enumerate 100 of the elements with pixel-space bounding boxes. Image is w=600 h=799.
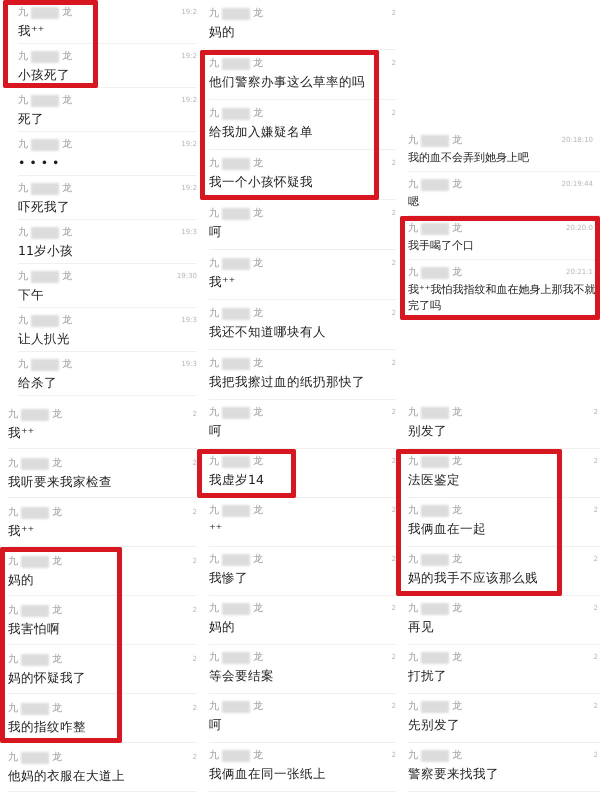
- sender-name: 龙: [62, 314, 72, 328]
- sender-name: 九: [408, 749, 418, 763]
- sender-name: 龙: [52, 555, 62, 569]
- sender-name: 九: [209, 157, 219, 171]
- message-text: 我俩血在一起: [408, 520, 487, 537]
- sender-name: 九: [8, 555, 18, 569]
- message-text: 呵: [209, 223, 223, 240]
- sender-name: 九: [209, 107, 219, 121]
- message-text: 我的血不会弄到她身上吧: [408, 150, 529, 166]
- blur-icon: [21, 458, 49, 470]
- sender-name: 龙: [52, 604, 62, 618]
- sender-name: 龙: [52, 506, 62, 520]
- message-text: 小孩死了: [18, 66, 71, 83]
- message-text: 妈的: [8, 571, 35, 588]
- sender-name: 龙: [253, 651, 263, 665]
- blur-icon: [222, 108, 250, 120]
- message-text: 给杀了: [18, 374, 58, 391]
- blur-icon: [31, 95, 59, 107]
- blur-icon: [222, 554, 250, 566]
- blur-icon: [421, 750, 449, 762]
- sender-name: 龙: [62, 182, 72, 196]
- blur-icon: [31, 183, 59, 195]
- blur-icon: [222, 603, 250, 615]
- sender-name: 龙: [253, 207, 263, 221]
- message-text: 妈的怀疑我了: [8, 669, 86, 686]
- message-text: 呵: [209, 716, 223, 733]
- sender-name: 九: [8, 506, 18, 520]
- sender-name: 九: [408, 504, 418, 518]
- message-text: 我害怕啊: [8, 620, 61, 637]
- sender-name: 龙: [253, 602, 263, 616]
- blur-icon: [421, 267, 449, 279]
- message-text: 嗯: [408, 194, 420, 210]
- message-text: 我俩血在同一张纸上: [209, 765, 326, 782]
- blur-icon: [222, 456, 250, 468]
- sender-name: 龙: [253, 257, 263, 271]
- sender-name: 九: [408, 266, 418, 280]
- blur-icon: [421, 603, 449, 615]
- blur-icon: [31, 51, 59, 63]
- blur-icon: [222, 652, 250, 664]
- blur-icon: [31, 139, 59, 151]
- sender-name: 龙: [253, 7, 263, 21]
- message-text: 我⁺⁺: [8, 424, 36, 441]
- sender-name: 九: [408, 651, 418, 665]
- sender-name: 九: [209, 553, 219, 567]
- sender-name: 龙: [52, 751, 62, 765]
- sender-name: 九: [408, 455, 418, 469]
- sender-name: 龙: [62, 226, 72, 240]
- sender-name: 龙: [253, 749, 263, 763]
- sender-name: 九: [209, 357, 219, 371]
- sender-name: 九: [408, 553, 418, 567]
- sender-name: 龙: [52, 702, 62, 716]
- blur-icon: [421, 223, 449, 235]
- message-text: ⁺⁺: [209, 520, 224, 537]
- message-text: 我⁺⁺: [209, 273, 236, 290]
- sender-name: 龙: [253, 107, 263, 121]
- blur-icon: [31, 271, 59, 283]
- sender-name: 龙: [452, 134, 462, 148]
- message-text: 我惨了: [209, 569, 249, 586]
- message-text: 打扰了: [408, 667, 448, 684]
- message-text: 给我加入嫌疑名单: [209, 123, 314, 140]
- sender-name: 九: [18, 182, 28, 196]
- message-text: 我听要来我家检查: [8, 473, 112, 490]
- sender-name: 龙: [253, 553, 263, 567]
- sender-name: 九: [209, 307, 219, 321]
- sender-name: 龙: [253, 700, 263, 714]
- sender-name: 九: [18, 314, 28, 328]
- sender-name: 九: [8, 751, 18, 765]
- blur-icon: [222, 208, 250, 220]
- message-text: 警察要来找我了: [408, 765, 499, 782]
- sender-name: 龙: [253, 357, 263, 371]
- sender-name: 九: [209, 57, 219, 71]
- message-text: 妈的: [209, 23, 236, 40]
- sender-name: 龙: [452, 749, 462, 763]
- sender-name: 九: [18, 50, 28, 64]
- blur-icon: [21, 507, 49, 519]
- sender-name: 九: [209, 749, 219, 763]
- sender-name: 龙: [253, 157, 263, 171]
- sender-name: 龙: [253, 406, 263, 420]
- sender-name: 九: [8, 457, 18, 471]
- message-text: 先别发了: [408, 716, 461, 733]
- blur-icon: [21, 409, 49, 421]
- sender-name: 龙: [62, 94, 72, 108]
- sender-name: 龙: [452, 504, 462, 518]
- sender-name: 龙: [52, 408, 62, 422]
- blur-icon: [222, 308, 250, 320]
- blur-icon: [421, 456, 449, 468]
- sender-name: 九: [18, 94, 28, 108]
- sender-name: 九: [8, 408, 18, 422]
- blur-icon: [421, 407, 449, 419]
- message-text: 11岁小孩: [18, 242, 73, 259]
- sender-name: 九: [408, 602, 418, 616]
- sender-name: 九: [8, 604, 18, 618]
- message-text: 别发了: [408, 422, 448, 439]
- message-text: 他们警察办事这么草率的吗: [209, 73, 365, 90]
- blur-icon: [31, 7, 59, 19]
- message-text: 我把我擦过血的纸扔那快了: [209, 373, 365, 390]
- sender-name: 九: [408, 222, 418, 236]
- sender-name: 九: [209, 700, 219, 714]
- blur-icon: [31, 359, 59, 371]
- sender-name: 龙: [62, 6, 72, 20]
